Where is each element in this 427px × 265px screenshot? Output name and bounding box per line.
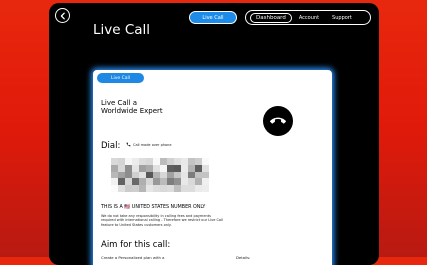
mosaic-cell xyxy=(132,164,139,172)
aim-text: Create a Personalized plan with a xyxy=(101,255,165,260)
mosaic-cell xyxy=(188,158,195,165)
app-window: Live Call Live Call Dashboard Account Su… xyxy=(49,3,379,265)
us-only-notice: THIS IS A 🇺🇸 UNITED STATES NUMBER ONLY xyxy=(101,205,206,210)
mosaic-cell xyxy=(160,164,167,172)
mosaic-cell xyxy=(188,171,195,179)
mosaic-cell xyxy=(153,171,160,179)
mosaic-cell xyxy=(188,164,195,172)
mosaic-cell xyxy=(125,164,132,172)
mosaic-cell xyxy=(139,171,146,179)
mosaic-cell xyxy=(125,171,132,179)
mosaic-cell xyxy=(146,171,153,179)
mosaic-cell xyxy=(153,164,160,172)
mosaic-cell xyxy=(125,185,132,192)
mosaic-cell xyxy=(139,164,146,172)
mosaic-cell xyxy=(174,178,181,186)
mosaic-cell xyxy=(174,158,181,165)
nav-account[interactable]: Account xyxy=(299,15,319,21)
mosaic-cell xyxy=(146,185,153,192)
calling-fees-disclaimer: We do not take any responsibility in cal… xyxy=(101,214,224,227)
mosaic-cell xyxy=(202,164,209,172)
mosaic-cell xyxy=(174,185,181,192)
mosaic-cell xyxy=(132,178,139,186)
mosaic-cell xyxy=(174,164,181,172)
mosaic-cell xyxy=(125,158,132,165)
mosaic-cell xyxy=(111,164,118,172)
mosaic-cell xyxy=(118,171,125,179)
mosaic-cell xyxy=(160,171,167,179)
mosaic-cell xyxy=(118,178,125,186)
mosaic-cell xyxy=(195,164,202,172)
mosaic-cell xyxy=(132,158,139,165)
mosaic-cell xyxy=(167,171,174,179)
mosaic-cell xyxy=(160,158,167,165)
mosaic-cell xyxy=(195,158,202,165)
mosaic-cell xyxy=(181,164,188,172)
mosaic-cell xyxy=(139,185,146,192)
mosaic-cell xyxy=(167,164,174,172)
dial-note: Call made over phone xyxy=(126,142,172,147)
back-button[interactable] xyxy=(55,8,70,23)
mosaic-cell xyxy=(181,178,188,186)
mosaic-cell xyxy=(174,171,181,179)
nav-support[interactable]: Support xyxy=(332,15,352,21)
phone-hangup-icon xyxy=(270,117,286,124)
dial-note-text: Call made over phone xyxy=(133,142,172,147)
mosaic-cell xyxy=(167,158,174,165)
aim-title: Aim for this call: xyxy=(101,240,171,250)
blurred-phone-number xyxy=(111,158,209,192)
page-title: Live Call xyxy=(93,22,151,38)
live-call-tab[interactable]: Live Call xyxy=(189,11,237,24)
details-label: Details: xyxy=(236,255,251,260)
mosaic-cell xyxy=(118,158,125,165)
mosaic-cell xyxy=(195,178,202,186)
mosaic-cell xyxy=(181,185,188,192)
mosaic-cell xyxy=(118,164,125,172)
card-title: Live Call a Worldwide Expert xyxy=(101,99,163,115)
mosaic-cell xyxy=(153,158,160,165)
mosaic-cell xyxy=(202,171,209,179)
mosaic-cell xyxy=(111,178,118,186)
mosaic-cell xyxy=(132,185,139,192)
mosaic-cell xyxy=(195,171,202,179)
mosaic-cell xyxy=(160,178,167,186)
mosaic-cell xyxy=(146,178,153,186)
mosaic-cell xyxy=(188,185,195,192)
mosaic-cell xyxy=(202,185,209,192)
dial-label: Dial: xyxy=(101,141,121,151)
mosaic-cell xyxy=(202,158,209,165)
mosaic-cell xyxy=(125,178,132,186)
mosaic-cell xyxy=(167,185,174,192)
mosaic-cell xyxy=(202,178,209,186)
top-nav: Dashboard Account Support xyxy=(245,10,371,25)
mosaic-cell xyxy=(181,171,188,179)
mosaic-cell xyxy=(132,171,139,179)
mosaic-cell xyxy=(167,178,174,186)
mosaic-cell xyxy=(111,171,118,179)
mosaic-cell xyxy=(195,185,202,192)
mosaic-cell xyxy=(153,185,160,192)
mosaic-cell xyxy=(160,185,167,192)
mosaic-cell xyxy=(118,185,125,192)
live-call-card: Live Call Live Call a Worldwide Expert D… xyxy=(93,70,332,265)
card-live-call-badge: Live Call xyxy=(97,73,144,83)
mosaic-cell xyxy=(188,178,195,186)
mosaic-cell xyxy=(146,164,153,172)
mosaic-cell xyxy=(181,158,188,165)
nav-dashboard[interactable]: Dashboard xyxy=(250,12,292,23)
mosaic-cell xyxy=(153,178,160,186)
mosaic-cell xyxy=(139,158,146,165)
mosaic-cell xyxy=(139,178,146,186)
back-arrow-icon xyxy=(60,12,65,19)
mosaic-cell xyxy=(111,185,118,192)
hangup-button[interactable] xyxy=(263,106,293,136)
mosaic-cell xyxy=(146,158,153,165)
mosaic-cell xyxy=(111,158,118,165)
phone-icon xyxy=(126,142,131,147)
